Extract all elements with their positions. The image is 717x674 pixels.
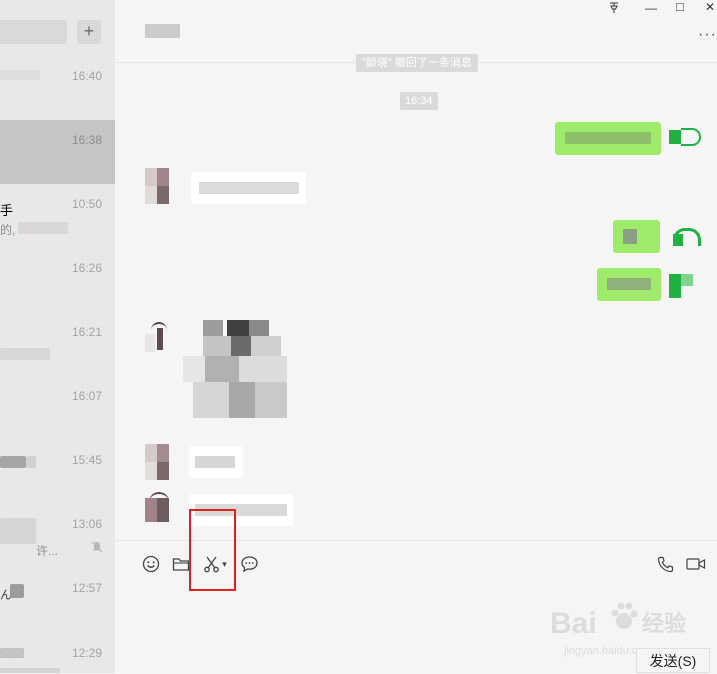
phone-icon[interactable] (654, 553, 676, 575)
incoming-message[interactable] (191, 172, 306, 204)
conversation-time: 12:57 (71, 581, 102, 595)
incoming-message[interactable] (189, 446, 243, 478)
emoji-icon[interactable] (140, 553, 162, 575)
send-button[interactable]: 发送(S) (636, 648, 710, 673)
avatar[interactable] (669, 220, 705, 256)
conversation-time: 16:21 (71, 325, 102, 339)
conversation-item[interactable]: 12:29 (0, 632, 115, 673)
conversation-item[interactable]: 手 的, 10:50 (0, 184, 115, 248)
mute-bell-icon (91, 540, 103, 558)
conversation-item[interactable]: 16:21 (0, 312, 115, 376)
conversation-item[interactable]: 15:45 (0, 440, 115, 504)
conversation-time: 15:45 (71, 453, 102, 467)
message-timestamp: 16:34 (400, 92, 438, 110)
image-message[interactable] (183, 320, 287, 420)
avatar[interactable] (145, 168, 181, 204)
conversation-time: 13:06 (71, 517, 102, 531)
chat-panel: — □ ✕ ··· "颜晓" 撤回了一条消息 16:34 ▾ Bai 经验 ji… (115, 0, 717, 673)
screenshot-highlight-box (189, 509, 236, 591)
conversation-name: 手 (0, 203, 14, 218)
recall-notice: "颜晓" 撤回了一条消息 (356, 54, 478, 72)
maximize-button[interactable]: □ (676, 0, 684, 14)
watermark-brand: Bai (550, 607, 597, 640)
close-button[interactable]: ✕ (705, 0, 715, 14)
conversation-time: 12:29 (71, 646, 102, 660)
avatar[interactable] (669, 122, 705, 158)
conversation-time: 16:40 (71, 69, 102, 83)
chat-title (145, 24, 180, 38)
conversation-time: 16:26 (71, 261, 102, 275)
chat-history-icon[interactable] (238, 553, 260, 575)
conversation-time: 16:07 (71, 389, 102, 403)
conversation-list: + 16:40 16:38 手 的, 10:50 16:26 16:21 16:… (0, 0, 115, 673)
avatar[interactable] (145, 320, 181, 356)
video-icon[interactable] (684, 553, 708, 575)
conversation-item[interactable]: ん 12:57 (0, 568, 115, 632)
conversation-item[interactable]: 16:40 (0, 56, 115, 120)
conversation-item[interactable]: 16:26 (0, 248, 115, 312)
avatar[interactable] (145, 444, 181, 480)
conversation-item[interactable]: 许... 13:06 (0, 504, 115, 568)
pin-icon[interactable] (609, 2, 619, 17)
avatar[interactable] (145, 492, 181, 528)
conversation-preview: 许... (36, 544, 59, 558)
add-chat-button[interactable]: + (77, 20, 101, 44)
outgoing-message[interactable] (555, 122, 661, 155)
conversation-preview: 的, (0, 223, 16, 237)
conversation-item-active[interactable]: 16:38 (0, 120, 115, 184)
avatar[interactable] (669, 268, 705, 304)
minimize-button[interactable]: — (645, 1, 657, 15)
more-options-button[interactable]: ··· (698, 26, 717, 44)
search-input[interactable] (0, 20, 67, 44)
outgoing-message[interactable] (613, 220, 660, 253)
watermark-sub: 经验 (642, 611, 686, 637)
outgoing-message[interactable] (597, 268, 661, 301)
conversation-time: 10:50 (71, 197, 102, 211)
conversation-item[interactable]: 16:07 (0, 376, 115, 440)
conversation-time: 16:38 (71, 133, 102, 147)
